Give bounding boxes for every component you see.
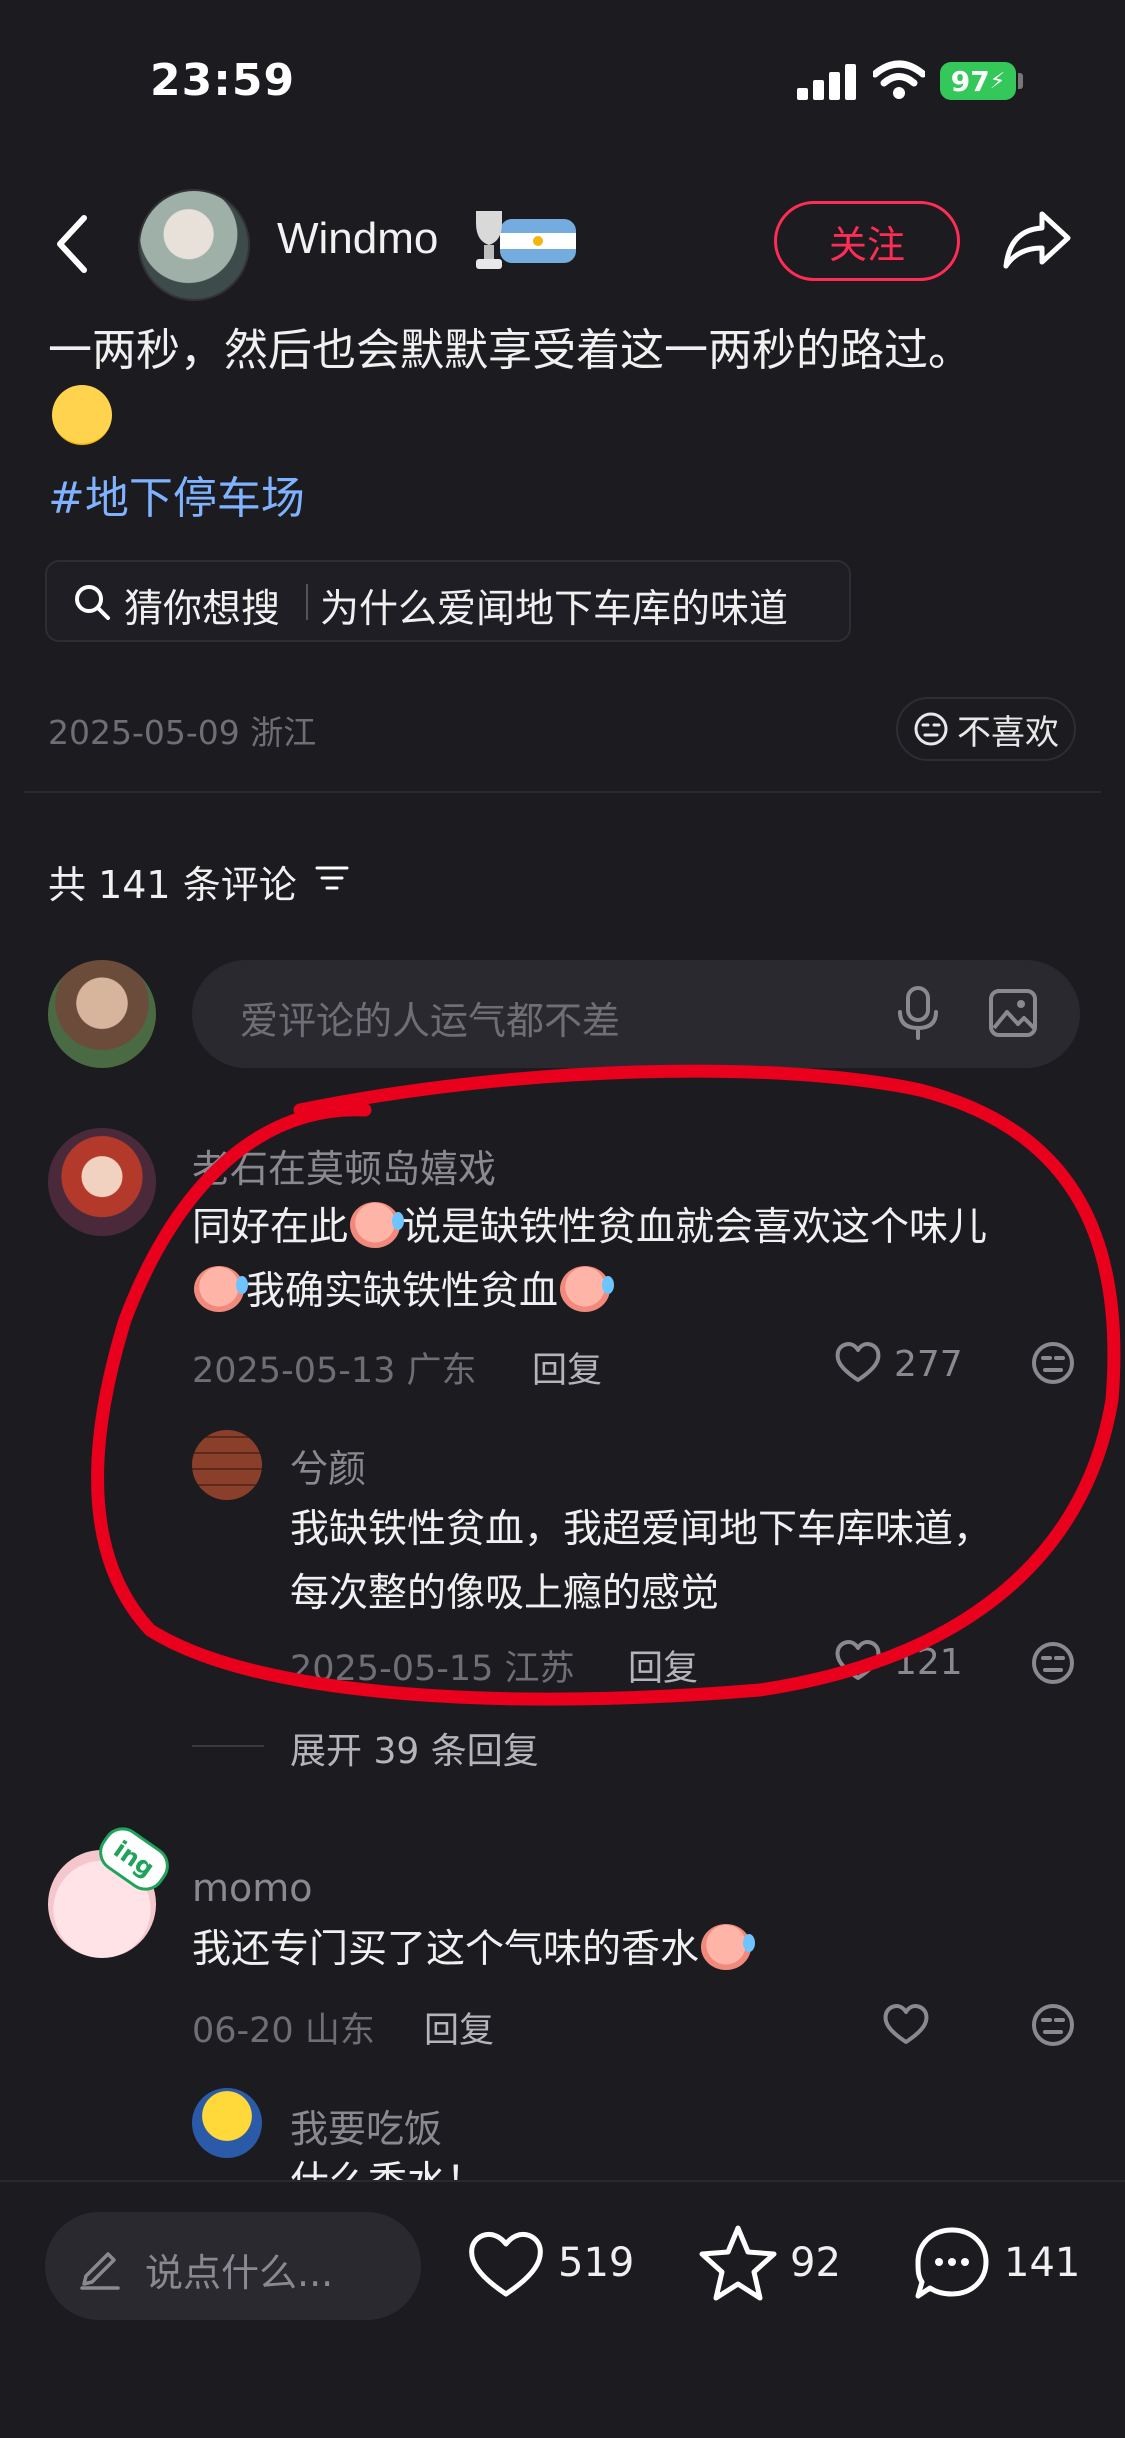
image-picker-icon[interactable] <box>988 988 1038 1038</box>
dislike-button[interactable]: 不喜欢 <box>896 697 1076 761</box>
post-hashtag[interactable]: #地下停车场 <box>48 462 305 526</box>
comment-text: 我还专门买了这个气味的香水 <box>192 1918 756 1982</box>
commenter-name[interactable]: 老石在莫顿岛嬉戏 <box>192 1138 496 1193</box>
like-heart-icon[interactable] <box>466 2228 546 2300</box>
reply-button[interactable]: 回复 <box>424 2002 494 2053</box>
heart-icon[interactable] <box>834 1638 882 1682</box>
reply-button[interactable]: 回复 <box>532 1342 602 1393</box>
battery-indicator: 97 ⚡ <box>940 62 1016 100</box>
comment-count: 共 141 条评论 <box>48 863 297 907</box>
comment-text: 同好在此 说是缺铁性贫血就会喜欢这个味儿 我确实缺铁性贫血 <box>192 1196 1072 1324</box>
follow-button[interactable]: 关注 <box>774 201 960 281</box>
comment-total-count: 141 <box>1004 2240 1081 2286</box>
author-name[interactable]: Windmo <box>277 214 438 264</box>
battery-tip <box>1018 73 1023 89</box>
reply-date-location: 2025-05-15 江苏 <box>290 1649 575 1689</box>
wifi-icon <box>873 60 925 99</box>
favorite-star-icon[interactable] <box>698 2224 778 2302</box>
pleading-face-emoji-icon <box>52 385 112 445</box>
comment-dislike-icon[interactable] <box>1030 1340 1076 1386</box>
author-avatar[interactable] <box>138 189 250 301</box>
comment-like-count: 277 <box>894 1344 963 1385</box>
status-time: 23:59 <box>150 55 296 106</box>
search-tag-label: 猜你想搜 <box>124 587 281 632</box>
reply-user-name[interactable]: 兮颜 <box>290 1438 366 1493</box>
post-date-location: 2025-05-09 浙江 <box>48 713 317 752</box>
comment-date-location: 2025-05-13 广东 <box>192 1351 477 1391</box>
sweat-face-emoji-icon <box>560 1266 615 1312</box>
sort-filter-icon[interactable] <box>314 862 350 894</box>
commenter-name[interactable]: momo <box>192 1866 313 1910</box>
say-something-placeholder: 说点什么... <box>145 2251 334 2295</box>
comment-dislike-icon[interactable] <box>1030 2002 1076 2048</box>
reply-text-line-1: 我缺铁性贫血，我超爱闻地下车库味道， <box>290 1507 993 1552</box>
reply-user-name[interactable]: 我要吃饭 <box>290 2098 442 2153</box>
sweat-face-emoji-icon <box>350 1202 405 1248</box>
comment-date-location: 06-20 山东 <box>192 2011 375 2051</box>
favorite-count: 92 <box>790 2240 841 2286</box>
sweat-face-emoji-icon <box>194 1266 248 1312</box>
search-query[interactable]: 为什么爱闻地下车库的味道 <box>320 578 788 634</box>
expand-replies-button[interactable]: 展开 39 条回复 <box>290 1722 539 1774</box>
heart-icon[interactable] <box>882 2002 930 2046</box>
dislike-label: 不喜欢 <box>957 712 1059 753</box>
search-separator <box>306 584 308 620</box>
search-icon <box>75 585 110 620</box>
commenter-avatar[interactable] <box>48 1128 156 1236</box>
section-divider <box>24 791 1101 793</box>
crying-face-emoji-icon <box>701 1924 756 1970</box>
reply-text-line-2: 每次整的像吸上瘾的感觉 <box>290 1571 720 1616</box>
reply-dislike-icon[interactable] <box>1030 1640 1076 1686</box>
my-avatar <box>48 960 156 1068</box>
reply-like-count: 121 <box>894 1642 963 1683</box>
cellular-signal-icon <box>797 64 856 100</box>
pencil-icon <box>80 2252 120 2290</box>
post-text-line: 一两秒，然后也会默默享受着这一两秒的路过。 <box>48 325 972 376</box>
heart-icon[interactable] <box>834 1340 882 1384</box>
like-count: 519 <box>558 2240 635 2286</box>
reply-reply-button[interactable]: 回复 <box>628 1640 698 1691</box>
neutral-face-icon <box>914 712 948 746</box>
microphone-icon[interactable] <box>896 986 940 1042</box>
comment-input-placeholder: 爱评论的人运气都不差 <box>240 999 621 1043</box>
reply-avatar[interactable] <box>192 1430 262 1500</box>
back-chevron-icon[interactable] <box>52 212 92 276</box>
expand-divider <box>192 1745 264 1747</box>
share-icon[interactable] <box>1002 208 1072 272</box>
comment-bubble-icon[interactable] <box>912 2224 992 2302</box>
reply-avatar[interactable] <box>192 2088 262 2158</box>
trophy-flag-badge-icon <box>476 211 576 269</box>
